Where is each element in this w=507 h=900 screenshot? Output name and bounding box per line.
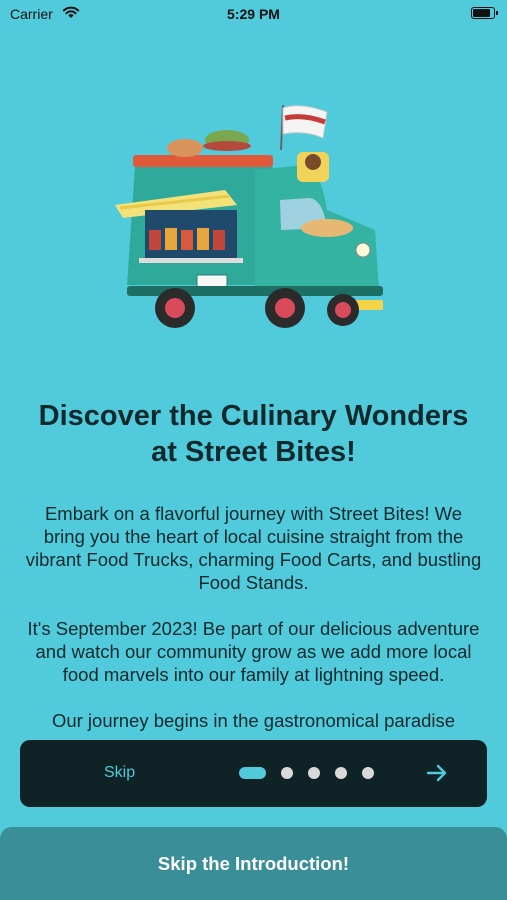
page-title: Discover the Culinary Wonders at Street … — [38, 400, 469, 468]
skip-button[interactable]: Skip — [104, 764, 135, 782]
page-dot[interactable] — [335, 767, 347, 779]
onboarding-pager: Skip — [20, 740, 487, 807]
status-time: 5:29 PM — [227, 6, 280, 22]
food-truck-illustration — [115, 104, 383, 328]
page-dot[interactable] — [281, 767, 293, 779]
page-dot-active[interactable] — [239, 767, 266, 779]
page-dot[interactable] — [308, 767, 320, 779]
intro-paragraph: It's September 2023! Be part of our deli… — [27, 618, 480, 685]
intro-paragraph: Our journey begins in the gastronomical … — [51, 710, 456, 731]
intro-body: Embark on a flavorful journey with Stree… — [22, 502, 485, 742]
skip-introduction-button[interactable]: Skip the Introduction! — [0, 827, 507, 900]
status-bar: Carrier 5:29 PM — [0, 0, 507, 28]
intro-paragraph: Embark on a flavorful journey with Stree… — [25, 503, 482, 593]
arrow-right-icon[interactable] — [425, 761, 449, 785]
battery-icon — [471, 7, 498, 19]
page-dot[interactable] — [362, 767, 374, 779]
